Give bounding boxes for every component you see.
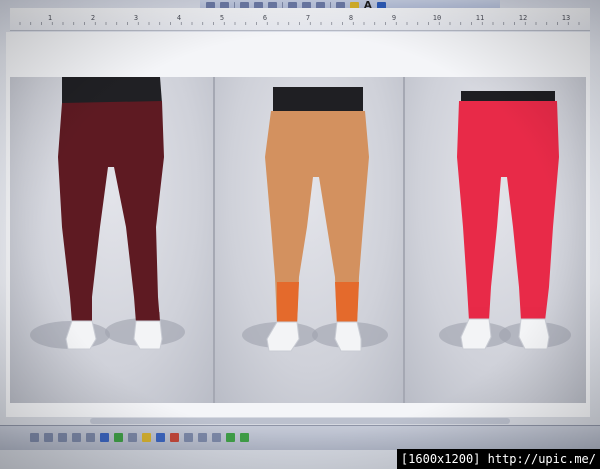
ruler-number: 8 xyxy=(348,14,354,22)
upload-watermark: [1600x1200] http://upic.me/ xyxy=(396,449,600,469)
ruler-number: 4 xyxy=(176,14,182,22)
ruler-number: 1 xyxy=(47,14,53,22)
burgundy-leggings-figure xyxy=(30,77,185,350)
scrollbar-thumb[interactable] xyxy=(90,418,510,424)
3d-style-icon[interactable] xyxy=(240,433,249,442)
oval-icon[interactable] xyxy=(72,433,81,442)
ruler-ticks xyxy=(19,22,580,25)
diagram-icon[interactable] xyxy=(114,433,123,442)
ruler-number: 9 xyxy=(391,14,397,22)
ruler-number: 13 xyxy=(561,14,571,22)
document-page[interactable] xyxy=(6,32,590,424)
ruler-number: 3 xyxy=(133,14,139,22)
line-color-icon[interactable] xyxy=(156,433,165,442)
clipart-icon[interactable] xyxy=(128,433,137,442)
wordart-icon[interactable] xyxy=(100,433,109,442)
draw-select-icon[interactable] xyxy=(30,433,39,442)
screen: A 1 2 3 4 5 6 7 8 9 10 11 12 13 xyxy=(0,0,600,469)
fill-color-icon[interactable] xyxy=(142,433,151,442)
shadow-style-icon[interactable] xyxy=(226,433,235,442)
pink-leggings-figure xyxy=(439,91,571,350)
arrow-style-icon[interactable] xyxy=(212,433,221,442)
rectangle-icon[interactable] xyxy=(58,433,67,442)
leggings-photo[interactable] xyxy=(10,77,586,403)
horizontal-ruler[interactable]: 1 2 3 4 5 6 7 8 9 10 11 12 13 xyxy=(10,8,590,31)
ruler-number: 2 xyxy=(90,14,96,22)
photo-panel-pink xyxy=(405,77,586,403)
tan-leggings-figure xyxy=(242,87,388,352)
photo-panel-tan xyxy=(215,77,405,403)
arrow-icon[interactable] xyxy=(44,433,53,442)
ruler-number: 10 xyxy=(432,14,442,22)
ruler-number: 12 xyxy=(518,14,528,22)
photo-panel-burgundy xyxy=(10,77,215,403)
dash-style-icon[interactable] xyxy=(198,433,207,442)
font-color-icon[interactable] xyxy=(170,433,179,442)
textbox-icon[interactable] xyxy=(86,433,95,442)
ruler-number: 11 xyxy=(475,14,485,22)
horizontal-scrollbar[interactable] xyxy=(0,417,600,425)
ruler-number: 7 xyxy=(305,14,311,22)
ruler-number: 6 xyxy=(262,14,268,22)
ruler-number: 5 xyxy=(219,14,225,22)
line-style-icon[interactable] xyxy=(184,433,193,442)
drawing-toolbar xyxy=(0,425,600,450)
